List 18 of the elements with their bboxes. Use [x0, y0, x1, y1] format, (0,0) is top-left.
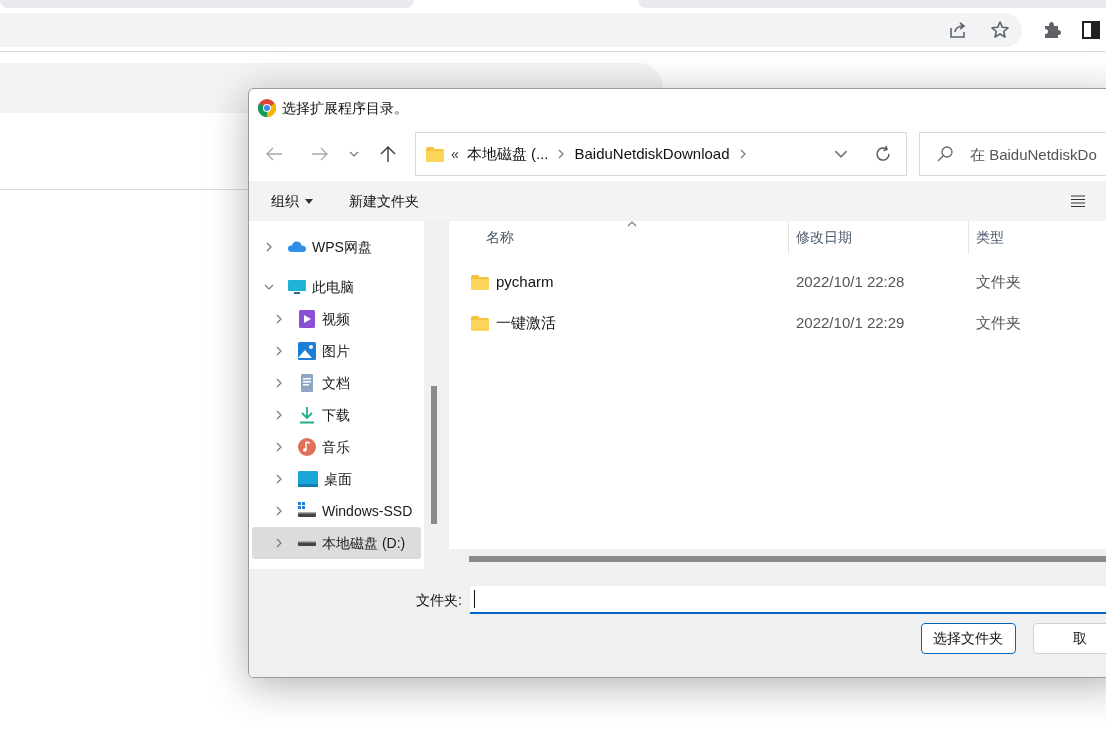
file-name: 一键激活 [496, 313, 556, 334]
nav-label: 图片 [322, 341, 350, 361]
nav-label: 下载 [322, 405, 350, 425]
file-type: 文件夹 [975, 272, 1021, 293]
nav-label: 音乐 [322, 437, 350, 457]
nav-label: 文档 [322, 373, 350, 393]
file-type: 文件夹 [975, 313, 1021, 334]
nav-label: Windows-SSD [322, 501, 413, 521]
modified-date: 2022/10/1 22:29 [795, 313, 906, 334]
nav-label: 视频 [322, 309, 350, 329]
nav-label: 本地磁盘 (D:) [322, 533, 406, 553]
folder-label: 文件夹: [416, 590, 462, 610]
nav-label: 此电脑 [312, 277, 354, 297]
window-title: 选择扩展程序目录。 [282, 98, 408, 118]
modified-date: 2022/10/1 22:28 [795, 272, 906, 293]
nav-label: WPS网盘 [312, 237, 372, 257]
file-name: pycharm [496, 272, 554, 293]
nav-label: 桌面 [324, 469, 352, 489]
